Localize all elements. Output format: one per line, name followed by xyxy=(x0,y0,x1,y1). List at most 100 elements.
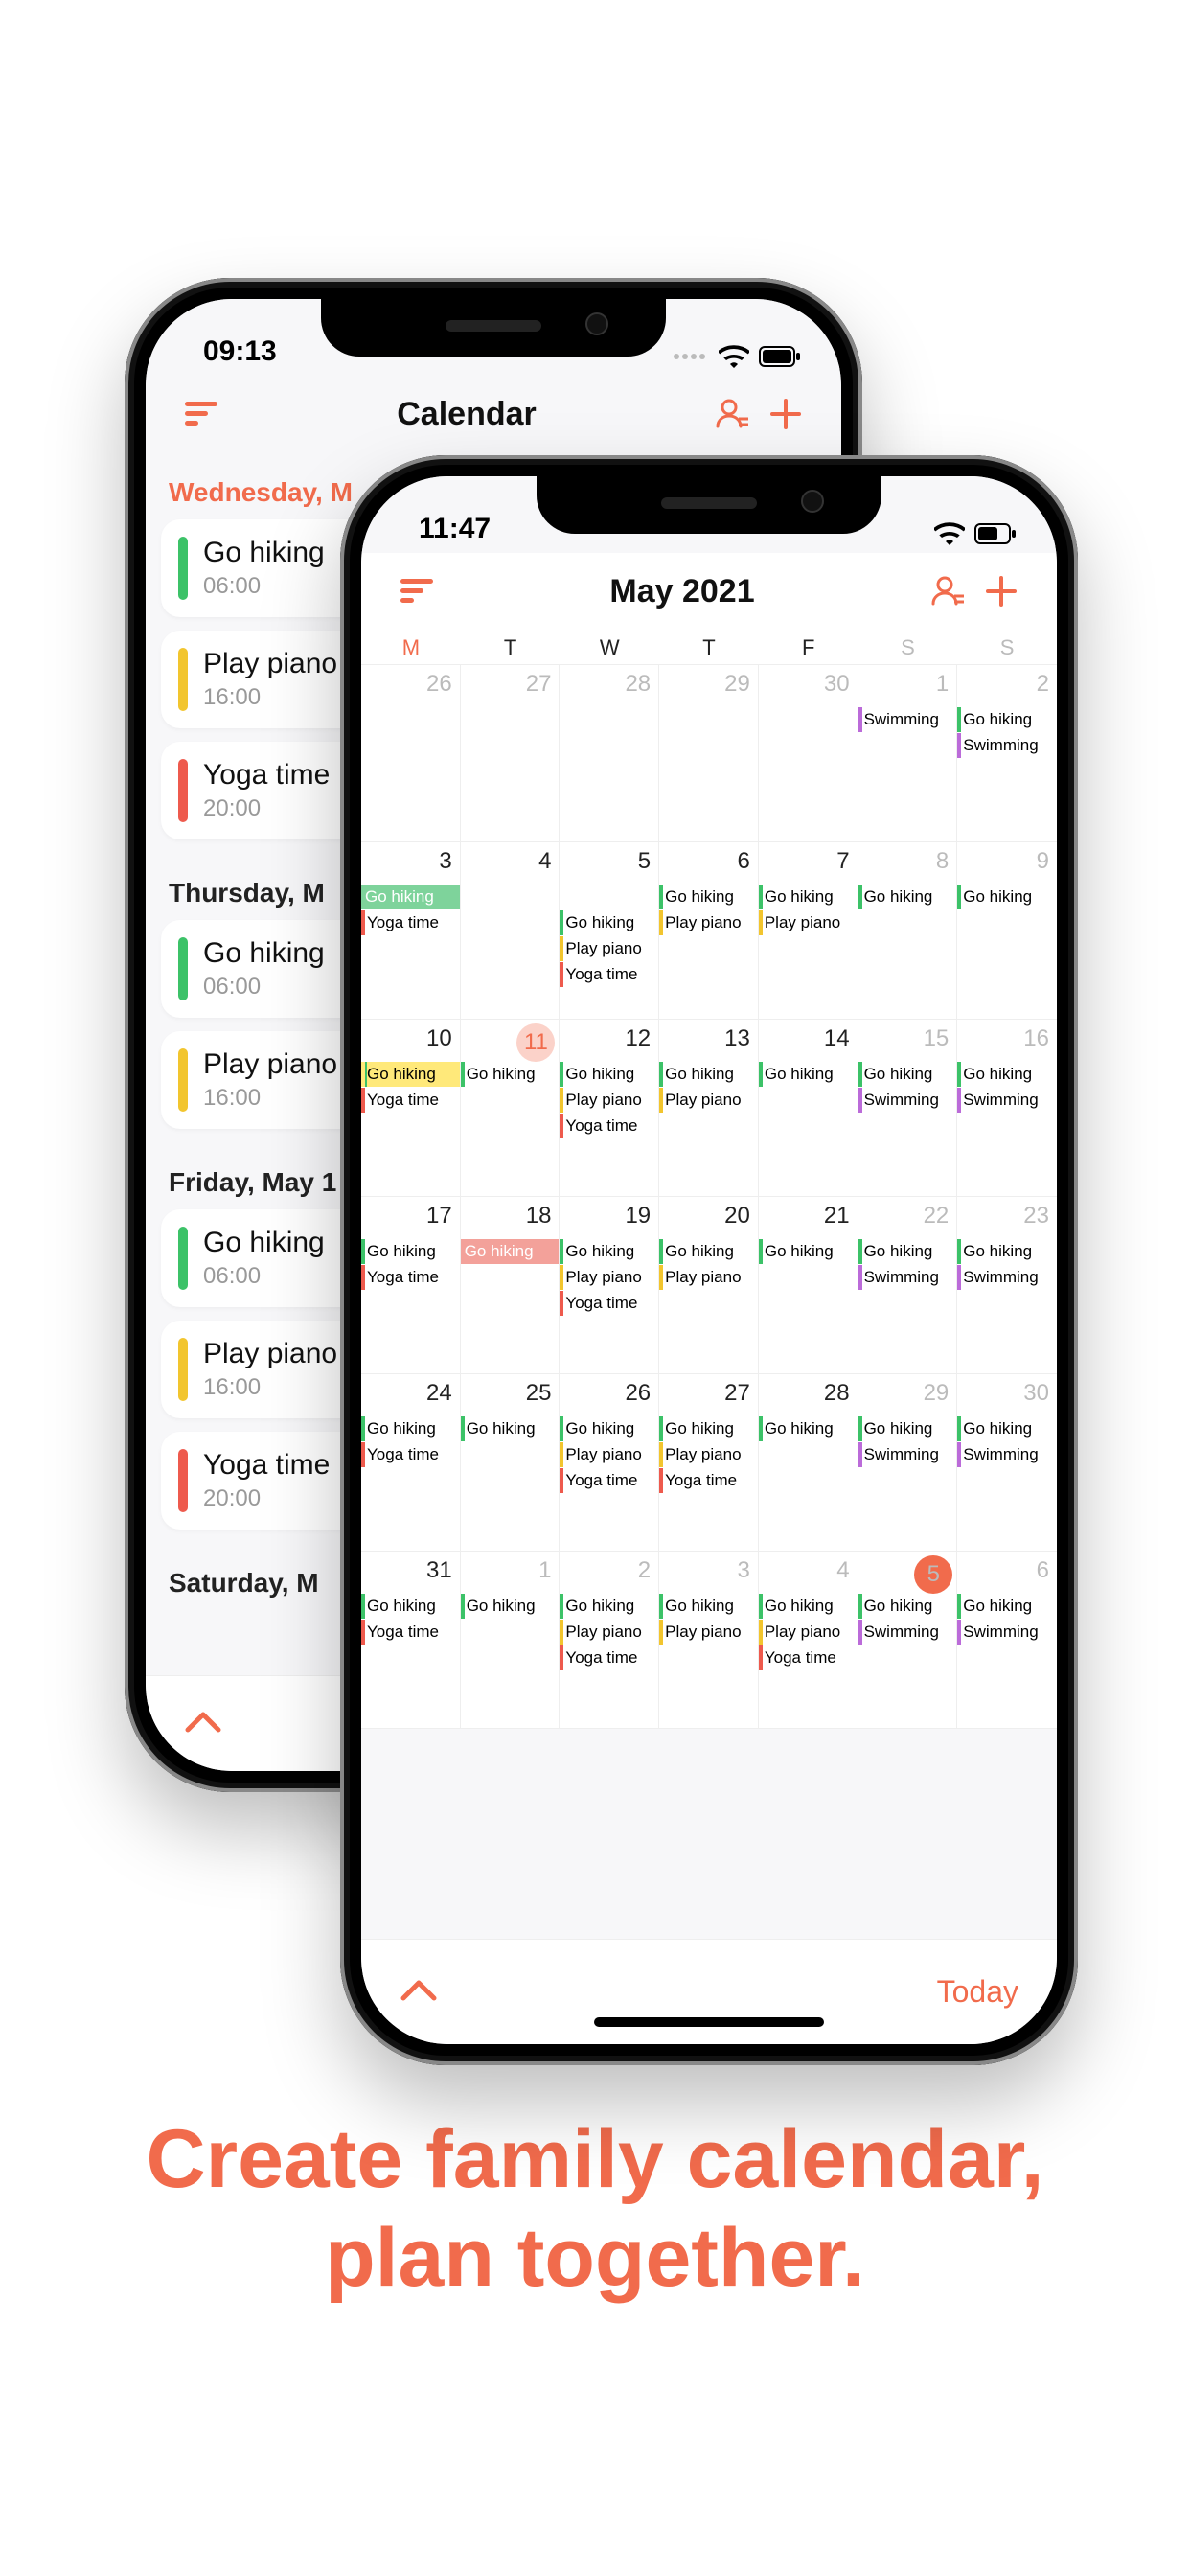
event-chip[interactable]: Play piano xyxy=(659,1088,758,1113)
calendar-cell[interactable]: 26Go hikingPlay pianoYoga time xyxy=(560,1374,659,1552)
calendar-cell[interactable]: 16Go hikingSwimming xyxy=(957,1020,1057,1197)
calendar-cell[interactable]: 28Go hiking xyxy=(759,1374,858,1552)
event-chip[interactable]: Go hiking xyxy=(858,1062,957,1087)
event-chip[interactable]: Yoga time xyxy=(361,1265,460,1290)
calendar-cell[interactable]: 11Go hiking xyxy=(461,1020,561,1197)
event-chip[interactable]: Go hiking xyxy=(957,885,1057,909)
event-chip[interactable]: Go hiking xyxy=(461,1062,560,1087)
calendar-cell[interactable]: 5Go hikingPlay pianoYoga time xyxy=(560,842,659,1020)
calendar-cell[interactable]: 26 xyxy=(361,665,461,842)
event-chip[interactable]: Play piano xyxy=(759,1620,858,1644)
calendar-cell[interactable]: 19Go hikingPlay pianoYoga time xyxy=(560,1197,659,1374)
event-chip[interactable]: Yoga time xyxy=(560,1468,658,1493)
calendar-cell[interactable]: 17Go hikingYoga time xyxy=(361,1197,461,1374)
calendar-cell[interactable]: 29 xyxy=(659,665,759,842)
chevron-up-icon[interactable] xyxy=(184,1709,222,1738)
menu-icon[interactable] xyxy=(174,402,228,426)
event-chip[interactable]: Swimming xyxy=(858,1442,957,1467)
calendar-cell[interactable]: 6Go hikingPlay piano xyxy=(659,842,759,1020)
calendar-cell[interactable]: 14Go hiking xyxy=(759,1020,858,1197)
event-chip[interactable]: Play piano xyxy=(560,1088,658,1113)
event-chip[interactable]: Go hiking xyxy=(957,1594,1057,1619)
calendar-cell[interactable]: 20Go hikingPlay piano xyxy=(659,1197,759,1374)
calendar-cell[interactable]: 27Go hikingPlay pianoYoga time xyxy=(659,1374,759,1552)
calendar-cell[interactable]: 22Go hikingSwimming xyxy=(858,1197,958,1374)
event-chip[interactable]: Go hiking xyxy=(759,1062,858,1087)
event-chip[interactable]: Go hiking xyxy=(759,1416,858,1441)
event-chip[interactable]: Swimming xyxy=(858,1620,957,1644)
calendar-cell[interactable]: 10Go hikingYoga time xyxy=(361,1020,461,1197)
calendar-cell[interactable]: 27 xyxy=(461,665,561,842)
calendar-cell[interactable]: 1Go hiking xyxy=(461,1552,561,1729)
event-chip[interactable]: Go hiking xyxy=(858,885,957,909)
event-chip[interactable]: Play piano xyxy=(659,1442,758,1467)
calendar-cell[interactable]: 4 xyxy=(461,842,561,1020)
event-chip[interactable]: Go hiking xyxy=(659,1239,758,1264)
event-chip[interactable]: Swimming xyxy=(858,1088,957,1113)
event-chip[interactable]: Swimming xyxy=(858,707,957,732)
event-chip[interactable]: Yoga time xyxy=(560,1114,658,1138)
profile-icon[interactable] xyxy=(921,575,974,608)
calendar-cell[interactable]: 1Swimming xyxy=(858,665,958,842)
calendar-cell[interactable]: 3Go hikingYoga time xyxy=(361,842,461,1020)
event-chip[interactable]: Go hiking xyxy=(659,1416,758,1441)
event-chip[interactable]: Go hiking xyxy=(957,1239,1057,1264)
event-span[interactable]: Go hiking xyxy=(461,1239,560,1264)
event-chip[interactable]: Yoga time xyxy=(361,910,460,935)
calendar-cell[interactable]: 23Go hikingSwimming xyxy=(957,1197,1057,1374)
event-chip[interactable]: Go hiking xyxy=(560,1062,658,1087)
calendar-cell[interactable]: 28 xyxy=(560,665,659,842)
event-chip[interactable]: Go hiking xyxy=(560,1416,658,1441)
event-chip[interactable]: Yoga time xyxy=(659,1468,758,1493)
event-chip[interactable]: Go hiking xyxy=(361,1594,460,1619)
calendar-cell[interactable]: 4Go hikingPlay pianoYoga time xyxy=(759,1552,858,1729)
event-chip[interactable]: Swimming xyxy=(957,733,1057,758)
event-chip[interactable]: Yoga time xyxy=(560,962,658,987)
calendar-cell[interactable]: 6Go hikingSwimming xyxy=(957,1552,1057,1729)
calendar-cell[interactable]: 21Go hiking xyxy=(759,1197,858,1374)
event-chip[interactable]: Play piano xyxy=(659,1620,758,1644)
event-chip[interactable]: Go hiking xyxy=(361,1239,460,1264)
calendar-cell[interactable]: 9Go hiking xyxy=(957,842,1057,1020)
event-chip[interactable]: Yoga time xyxy=(361,1088,460,1113)
calendar-cell[interactable]: 2Go hikingPlay pianoYoga time xyxy=(560,1552,659,1729)
calendar-cell[interactable]: 7Go hikingPlay piano xyxy=(759,842,858,1020)
calendar-cell[interactable]: 18Go hiking xyxy=(461,1197,561,1374)
chevron-up-icon[interactable] xyxy=(400,1977,438,2007)
event-chip[interactable]: Play piano xyxy=(659,910,758,935)
event-span[interactable]: Go hiking xyxy=(361,1062,460,1087)
event-chip[interactable]: Play piano xyxy=(659,1265,758,1290)
event-chip[interactable]: Play piano xyxy=(560,1620,658,1644)
calendar-cell[interactable]: 15Go hikingSwimming xyxy=(858,1020,958,1197)
calendar-cell[interactable]: 5Go hikingSwimming xyxy=(858,1552,958,1729)
calendar-cell[interactable]: 24Go hikingYoga time xyxy=(361,1374,461,1552)
event-chip[interactable]: Go hiking xyxy=(560,910,658,935)
event-chip[interactable]: Yoga time xyxy=(361,1442,460,1467)
event-chip[interactable]: Play piano xyxy=(759,910,858,935)
calendar-cell[interactable]: 8Go hiking xyxy=(858,842,958,1020)
event-chip[interactable]: Go hiking xyxy=(858,1594,957,1619)
event-chip[interactable]: Play piano xyxy=(560,936,658,961)
event-chip[interactable]: Swimming xyxy=(957,1088,1057,1113)
event-chip[interactable]: Yoga time xyxy=(361,1620,460,1644)
calendar-cell[interactable]: 30Go hikingSwimming xyxy=(957,1374,1057,1552)
profile-icon[interactable] xyxy=(705,398,759,430)
event-chip[interactable]: Go hiking xyxy=(560,1239,658,1264)
event-chip[interactable]: Go hiking xyxy=(957,1062,1057,1087)
event-chip[interactable]: Go hiking xyxy=(659,1062,758,1087)
event-chip[interactable]: Go hiking xyxy=(957,1416,1057,1441)
event-chip[interactable]: Play piano xyxy=(560,1442,658,1467)
calendar-cell[interactable]: 13Go hikingPlay piano xyxy=(659,1020,759,1197)
event-chip[interactable]: Swimming xyxy=(957,1620,1057,1644)
event-chip[interactable]: Go hiking xyxy=(461,1416,560,1441)
calendar-cell[interactable]: 12Go hikingPlay pianoYoga time xyxy=(560,1020,659,1197)
event-chip[interactable]: Go hiking xyxy=(759,1239,858,1264)
event-chip[interactable]: Swimming xyxy=(957,1442,1057,1467)
calendar-cell[interactable]: 29Go hikingSwimming xyxy=(858,1374,958,1552)
event-chip[interactable]: Play piano xyxy=(560,1265,658,1290)
event-chip[interactable]: Swimming xyxy=(858,1265,957,1290)
event-chip[interactable]: Yoga time xyxy=(560,1291,658,1316)
calendar-cell[interactable]: 31Go hikingYoga time xyxy=(361,1552,461,1729)
event-chip[interactable]: Go hiking xyxy=(361,1416,460,1441)
calendar-cell[interactable]: 30 xyxy=(759,665,858,842)
